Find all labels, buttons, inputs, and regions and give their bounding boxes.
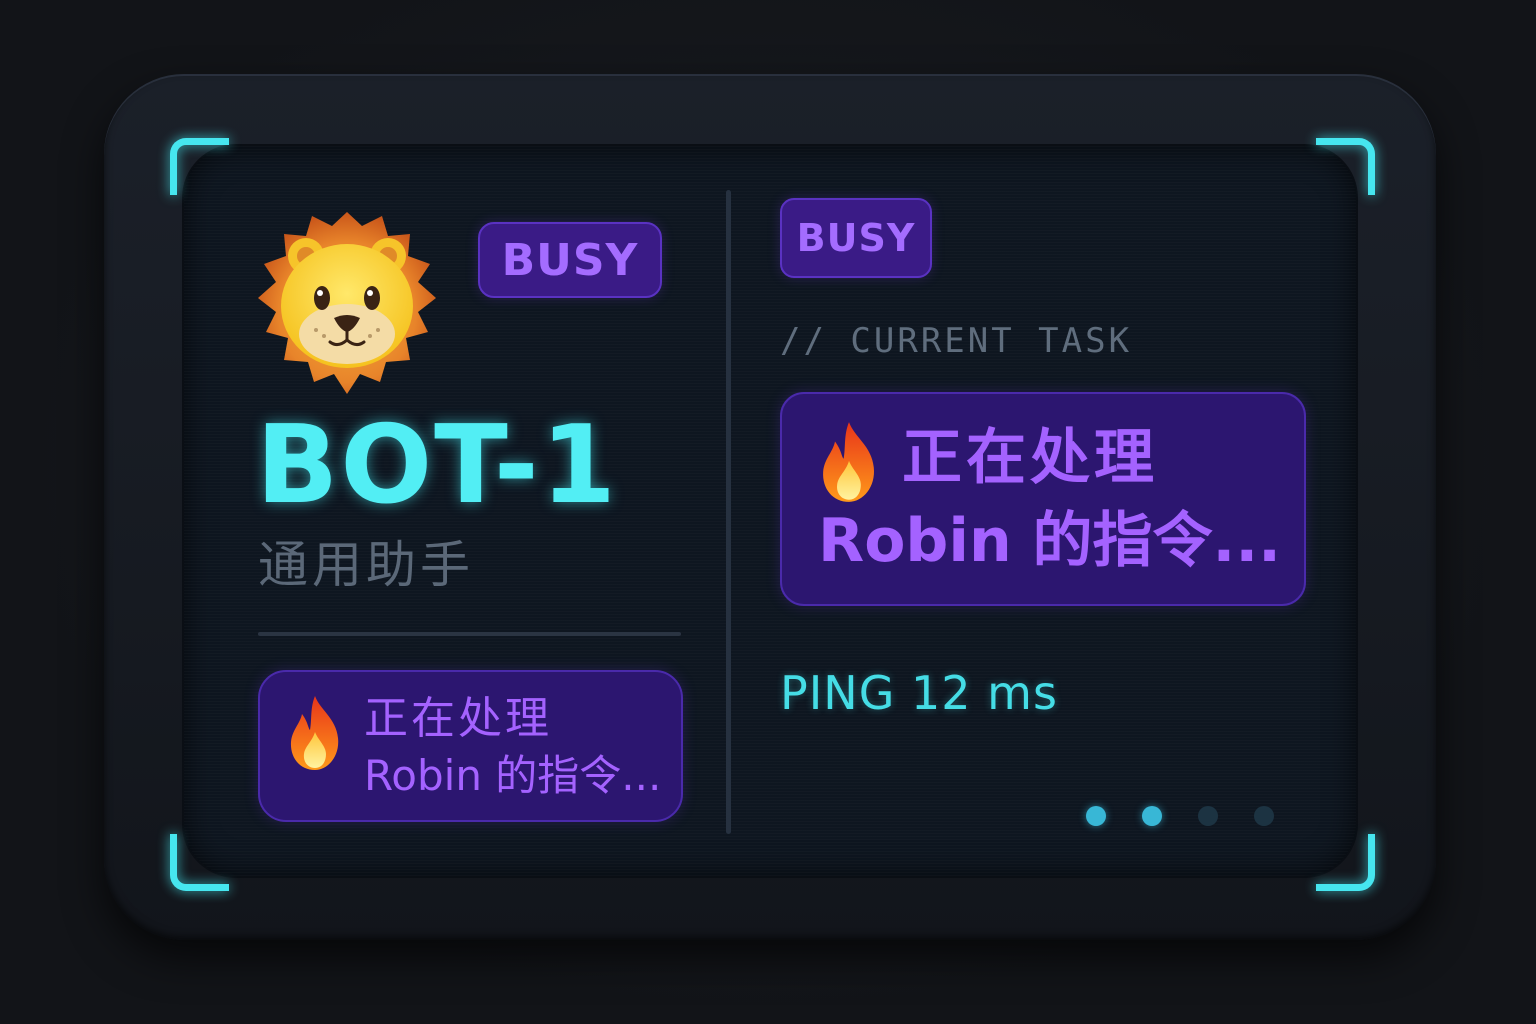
page-dot-4[interactable] (1254, 806, 1274, 826)
current-task-label: // CURRENT TASK (780, 321, 1133, 361)
current-task-line2: Robin 的指令... (818, 506, 1281, 576)
ping-readout: PING 12 ms (780, 666, 1058, 720)
corner-bracket-top-right (1316, 138, 1375, 195)
task-text-line2: Robin 的指令... (364, 751, 662, 800)
task-text-line1: 正在处理 (364, 693, 552, 744)
bot-name: BOT-1 (256, 403, 618, 528)
page-dot-2[interactable] (1142, 806, 1162, 826)
page-dot-3[interactable] (1198, 806, 1218, 826)
lion-face-icon (258, 212, 436, 394)
corner-bracket-bottom-right (1316, 834, 1375, 891)
page-indicator (1086, 806, 1276, 828)
device-page: BUSY BOT-1 通用助手 正在处理 Robin 的指令... BUSY /… (0, 0, 1536, 1024)
page-dot-1[interactable] (1086, 806, 1106, 826)
status-badge-right: BUSY (780, 198, 932, 278)
section-divider (258, 632, 681, 636)
panel-divider (726, 190, 731, 834)
corner-bracket-top-left (170, 138, 229, 195)
status-badge: BUSY (478, 222, 662, 298)
corner-bracket-bottom-left (170, 834, 229, 891)
current-task-line1: 正在处理 (902, 423, 1158, 493)
fire-icon (290, 696, 339, 770)
fire-icon (823, 422, 875, 502)
bot-role: 通用助手 (258, 536, 474, 594)
